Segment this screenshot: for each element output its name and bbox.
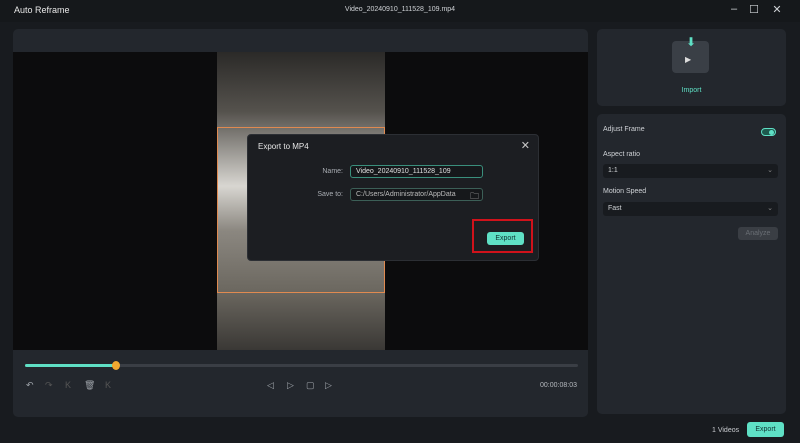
undo-icon[interactable]: ↶ bbox=[26, 380, 34, 391]
motion-speed-value: Fast bbox=[608, 205, 622, 212]
import-label: Import bbox=[681, 87, 702, 94]
timeline-progress bbox=[25, 364, 117, 367]
dialog-title: Export to MP4 bbox=[258, 142, 309, 151]
folder-icon[interactable]: 🗀 bbox=[470, 189, 479, 205]
timecode: 00:00:08:03 bbox=[540, 382, 577, 389]
motion-speed-label: Motion Speed bbox=[603, 188, 647, 195]
adjust-frame-label: Adjust Frame bbox=[603, 126, 645, 133]
aspect-ratio-label: Aspect ratio bbox=[603, 151, 640, 158]
maximize-icon[interactable]: ☐ bbox=[747, 3, 761, 16]
redo-icon[interactable]: ↷ bbox=[45, 380, 53, 391]
video-count: 1 Videos bbox=[712, 427, 740, 434]
name-label: Name: bbox=[322, 168, 343, 175]
minimize-icon[interactable]: – bbox=[727, 3, 741, 15]
save-to-label: Save to: bbox=[317, 191, 343, 198]
delete-icon[interactable]: 🗑 bbox=[84, 380, 95, 391]
motion-speed-select[interactable]: Fast ⌄ bbox=[603, 202, 778, 216]
file-name: Video_20240910_111528_109.mp4 bbox=[344, 6, 456, 13]
settings-panel bbox=[597, 114, 786, 414]
close-icon[interactable]: ✕ bbox=[521, 139, 530, 152]
play-icon[interactable]: ▷ bbox=[287, 380, 294, 391]
stop-icon[interactable]: ▢ bbox=[306, 380, 315, 391]
save-path-input[interactable]: C:/Users/Administrator/AppData bbox=[350, 188, 483, 201]
adjust-frame-toggle[interactable] bbox=[761, 128, 776, 136]
name-input[interactable]: Video_20240910_111528_109 bbox=[350, 165, 483, 178]
close-icon[interactable]: ✕ bbox=[770, 3, 784, 16]
next-frame-icon[interactable]: ▷ bbox=[325, 380, 332, 391]
aspect-ratio-select[interactable]: 1:1 ⌄ bbox=[603, 164, 778, 178]
chevron-down-icon: ⌄ bbox=[767, 167, 773, 174]
import-icon: ⬇ ▶ bbox=[672, 35, 709, 73]
previous-frame-icon[interactable]: ◁ bbox=[267, 380, 274, 391]
analyze-button[interactable]: Analyze bbox=[738, 227, 778, 240]
chevron-down-icon: ⌄ bbox=[767, 205, 773, 212]
import-card[interactable]: ⬇ ▶ Import bbox=[597, 29, 786, 106]
aspect-ratio-value: 1:1 bbox=[608, 167, 618, 174]
highlight-box bbox=[472, 219, 533, 253]
split-end-icon[interactable]: K bbox=[105, 380, 111, 390]
export-button[interactable]: Export bbox=[747, 422, 784, 437]
split-start-icon[interactable]: K bbox=[65, 380, 71, 390]
